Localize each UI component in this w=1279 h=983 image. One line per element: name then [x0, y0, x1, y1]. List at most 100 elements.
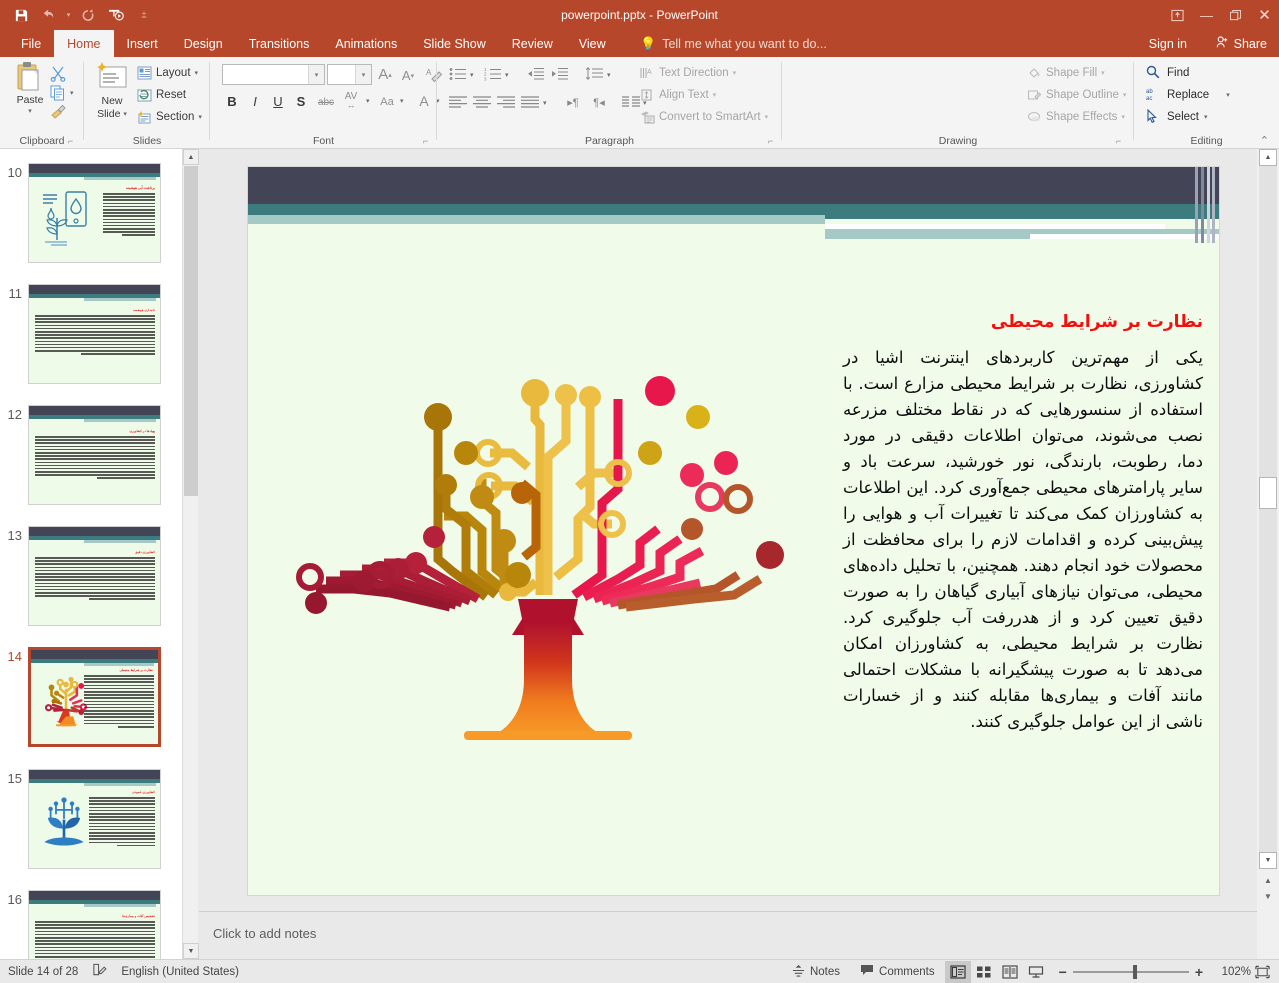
section-button[interactable]: Section ▾	[136, 106, 202, 128]
text-direction-button[interactable]: A Text Direction ▾	[639, 62, 768, 84]
paste-dropdown-icon[interactable]: ▾	[28, 107, 32, 115]
underline-button[interactable]: U	[268, 91, 288, 111]
tell-me-search[interactable]: 💡 Tell me what you want to do...	[640, 30, 827, 57]
rtl-text-direction-button[interactable]: ¶◂	[587, 93, 611, 111]
new-slide-dropdown-icon[interactable]: ▾	[123, 108, 127, 121]
ribbon-display-options-icon[interactable]	[1163, 0, 1192, 30]
paragraph-dialog-launcher[interactable]: ⌐	[765, 135, 776, 146]
reading-view-icon[interactable]	[997, 961, 1023, 983]
customize-qat-icon[interactable]: ⩲	[131, 2, 157, 28]
undo-icon[interactable]	[36, 2, 62, 28]
select-button[interactable]: Select ▾	[1146, 106, 1230, 128]
zoom-track[interactable]	[1072, 964, 1189, 979]
current-slide[interactable]: نظارت بر شرایط محیطی یکی از مهم‌ترین کار…	[248, 167, 1219, 895]
text-direction-dropdown-icon[interactable]: ▾	[733, 69, 737, 77]
shape-fill-button[interactable]: Shape Fill ▾	[1026, 62, 1126, 84]
minimize-icon[interactable]: ―	[1192, 0, 1221, 30]
align-left-button[interactable]	[447, 93, 469, 111]
panel-scroll-up-icon[interactable]: ▲	[183, 149, 199, 165]
shape-fill-dropdown-icon[interactable]: ▾	[1101, 69, 1105, 77]
comments-button[interactable]: Comments	[850, 960, 945, 983]
font-name-input[interactable]: ▾	[222, 64, 325, 85]
smartart-dropdown-icon[interactable]: ▾	[765, 113, 769, 121]
find-button[interactable]: Find	[1146, 62, 1230, 84]
bold-button[interactable]: B	[222, 91, 242, 111]
grow-font-icon[interactable]: A ▴	[374, 64, 396, 85]
thumbnail-slide[interactable]: برداشت آبی هوشمند	[28, 163, 161, 263]
tab-animations[interactable]: Animations	[322, 30, 410, 57]
tab-transitions[interactable]: Transitions	[236, 30, 323, 57]
italic-button[interactable]: I	[245, 91, 265, 111]
zoom-level[interactable]: 102%	[1213, 966, 1251, 978]
increase-indent-button[interactable]	[549, 65, 571, 83]
thumbnail-slide[interactable]: کشاورزی عمودی	[28, 769, 161, 869]
thumbnail-slide[interactable]: دامداری هوشمند	[28, 284, 161, 384]
thumbnail-15[interactable]: 15 کشاورزی عمودی	[0, 769, 182, 869]
notes-pane[interactable]: Click to add notes	[199, 911, 1257, 959]
scroll-down-icon[interactable]: ▼	[1259, 852, 1277, 869]
strikethrough-button[interactable]: abc	[314, 93, 338, 111]
decrease-indent-button[interactable]	[525, 65, 547, 83]
font-dialog-launcher[interactable]: ⌐	[420, 135, 431, 146]
new-slide-button[interactable]: New Slide ▾	[92, 61, 132, 121]
normal-view-icon[interactable]	[944, 960, 971, 983]
drawing-dialog-launcher[interactable]: ⌐	[1113, 135, 1124, 146]
bullets-button[interactable]	[447, 65, 469, 83]
thumbnail-slide[interactable]: تشخیص آفات و بیماری‌ها	[28, 890, 161, 959]
font-size-input[interactable]: ▾	[327, 64, 372, 85]
slide-title[interactable]: نظارت بر شرایط محیطی	[843, 312, 1203, 332]
panel-scroll-down-icon[interactable]: ▼	[183, 943, 199, 959]
layout-dropdown-icon[interactable]: ▾	[195, 69, 199, 77]
previous-slide-icon[interactable]: ▲	[1261, 873, 1275, 887]
layout-button[interactable]: Layout ▾	[136, 62, 202, 84]
cut-icon[interactable]	[48, 65, 68, 83]
replace-button[interactable]: ab ac Replace ▾	[1146, 84, 1230, 106]
ltr-text-direction-button[interactable]: ▸¶	[561, 93, 585, 111]
copy-dropdown-icon[interactable]: ▾	[70, 89, 74, 97]
tab-home[interactable]: Home	[54, 30, 114, 57]
sign-in-button[interactable]: Sign in	[1149, 30, 1187, 57]
text-shadow-button[interactable]: S	[291, 91, 311, 111]
font-color-button[interactable]: A	[414, 91, 434, 111]
shape-outline-button[interactable]: Shape Outline ▾	[1026, 84, 1126, 106]
align-text-button[interactable]: Align Text ▾	[639, 84, 768, 106]
numbering-dropdown-icon[interactable]: ▾	[505, 71, 509, 79]
zoom-out-button[interactable]: −	[1059, 964, 1067, 980]
font-name-dropdown-icon[interactable]: ▾	[308, 65, 324, 84]
restore-icon[interactable]	[1221, 0, 1250, 30]
replace-dropdown-icon[interactable]: ▾	[1226, 91, 1230, 99]
align-dropdown-icon[interactable]: ▾	[543, 99, 547, 107]
thumbnail-14[interactable]: 14 نظارت بر شرایط محیطی	[0, 647, 182, 747]
redo-icon[interactable]	[75, 2, 101, 28]
notes-button[interactable]: Notes	[782, 960, 850, 983]
share-button[interactable]: Share	[1209, 30, 1273, 57]
change-case-dropdown-icon[interactable]: ▾	[400, 97, 404, 105]
line-spacing-dropdown-icon[interactable]: ▾	[607, 71, 611, 79]
tab-design[interactable]: Design	[171, 30, 236, 57]
slide-area-scrollbar[interactable]: ▲ ▼ ▲ ▼	[1257, 149, 1279, 959]
tab-file[interactable]: File	[8, 30, 54, 57]
character-spacing-button[interactable]: AV ↔	[338, 90, 364, 112]
save-icon[interactable]	[8, 2, 34, 28]
slide-artwork-circuit-tree[interactable]	[278, 307, 818, 767]
char-spacing-dropdown-icon[interactable]: ▾	[366, 97, 370, 105]
align-right-button[interactable]	[495, 93, 517, 111]
align-center-button[interactable]	[471, 93, 493, 111]
shape-effects-button[interactable]: Shape Effects ▾	[1026, 106, 1126, 128]
slideshow-icon[interactable]	[1023, 961, 1049, 983]
slide-body-text[interactable]: یکی از مهم‌ترین کاربردهای اینترنت اشیا د…	[843, 345, 1203, 735]
format-painter-icon[interactable]	[48, 103, 68, 121]
reset-button[interactable]: Reset	[136, 84, 202, 106]
scroll-track[interactable]	[1259, 166, 1277, 866]
start-slideshow-icon[interactable]	[103, 2, 129, 28]
thumbnail-12[interactable]: 12 پهپادها در کشاورزی	[0, 405, 182, 505]
scroll-up-icon[interactable]: ▲	[1259, 149, 1277, 166]
tab-view[interactable]: View	[566, 30, 619, 57]
fit-slide-icon[interactable]	[1251, 963, 1273, 981]
select-dropdown-icon[interactable]: ▾	[1204, 113, 1208, 121]
tab-review[interactable]: Review	[499, 30, 566, 57]
font-size-dropdown-icon[interactable]: ▾	[355, 65, 371, 84]
thumbnail-slide[interactable]: پهپادها در کشاورزی	[28, 405, 161, 505]
next-slide-icon[interactable]: ▼	[1261, 889, 1275, 903]
line-spacing-button[interactable]	[583, 65, 605, 83]
